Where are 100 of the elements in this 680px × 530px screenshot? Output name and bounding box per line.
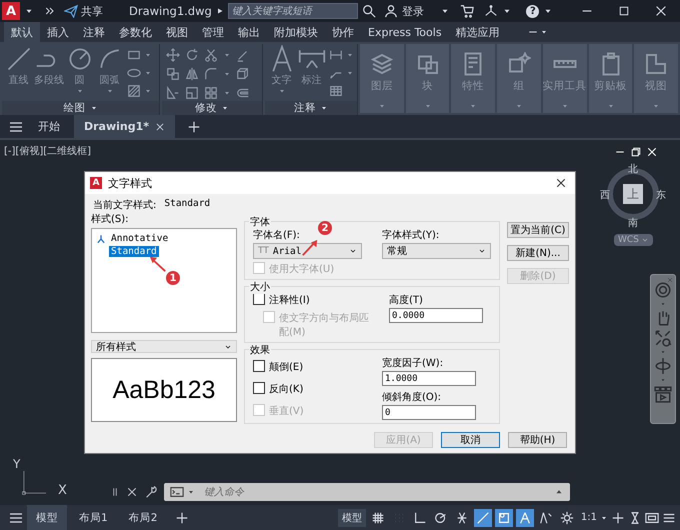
file-tab[interactable]: 开始 [28,115,70,138]
linear-dimension-icon[interactable] [329,48,343,62]
showmotion-icon[interactable] [654,385,672,403]
status-toggle[interactable] [516,508,534,526]
share-button[interactable]: 共享 [64,4,103,18]
panel-title[interactable]: 修改 [162,101,262,115]
wrench-icon[interactable] [144,485,158,499]
checkbox[interactable] [253,382,265,394]
checkbox[interactable] [253,293,265,305]
viewcube-face[interactable]: 上 [623,184,643,204]
style-item[interactable]: Standard [109,246,159,257]
axis-label: X [58,483,67,498]
app-logo[interactable]: A [2,2,20,20]
chevrons-icon[interactable] [44,5,56,17]
panel-title[interactable]: 注释 [265,101,357,115]
viewport-label[interactable]: [-][俯视][二维线框] [4,144,92,158]
caret-icon [560,102,569,110]
scissors-icon[interactable] [204,48,218,62]
dialog-button[interactable]: 置为当前(C) [507,222,569,238]
ribbon-tab[interactable]: Express Tools [361,22,449,42]
cube-icon[interactable] [236,67,250,81]
plus-icon[interactable] [175,510,190,524]
compass-label[interactable]: 东 [656,188,666,202]
hatch-icon[interactable] [127,84,141,98]
plus-icon[interactable] [611,510,625,524]
offset-icon[interactable] [236,86,250,100]
ribbon-tab[interactable]: 精选应用 [448,22,507,42]
layout-tab[interactable]: 布局2 [120,505,166,530]
checkbox-label: 颠倒(E) [269,360,304,374]
caret-icon [424,102,432,110]
ribbon-tab[interactable]: 默认 [4,22,40,42]
login-button[interactable]: 登录 [384,4,424,18]
rectangle-icon[interactable] [127,48,141,62]
table-icon[interactable] [329,84,343,98]
status-toggle[interactable] [494,508,513,526]
orbit-icon[interactable] [654,357,672,375]
panel-title[interactable]: 绘图 [2,101,159,115]
plus-icon[interactable] [187,120,202,134]
array-icon[interactable] [204,86,218,100]
steering-wheel-icon[interactable] [654,281,672,299]
dialog-button[interactable]: 新建(N)... [507,245,569,261]
close-icon[interactable] [555,177,567,189]
caret-icon [652,102,660,110]
ribbon-tab[interactable]: 输出 [231,22,267,42]
font-style-dropdown[interactable]: 常规 [382,243,491,259]
ribbon-tab[interactable]: 管理 [195,22,231,42]
status-toggle[interactable] [474,508,492,526]
callout-number: 2 [318,221,332,235]
ribbon-tab[interactable]: 协作 [325,22,361,42]
oblique-angle-field[interactable]: 0 [382,405,476,420]
zoom-icon[interactable] [654,329,672,347]
font-name-dropdown[interactable]: TT Arial [253,243,362,259]
field-label: 当前文字样式: [93,198,156,212]
scale-icon[interactable] [185,86,199,100]
checkbox[interactable] [253,360,265,372]
height-field[interactable]: 0.0000 [389,308,483,323]
help-button[interactable]: ? [526,4,540,18]
mirror-icon[interactable] [185,67,199,81]
caret-icon [90,104,98,112]
ribbon-tab[interactable]: 参数化 [112,22,159,42]
copy-icon[interactable] [166,67,180,81]
compass-label[interactable]: 北 [628,162,638,176]
search-icon[interactable] [362,4,376,18]
dialog-button[interactable]: 帮助(H) [508,432,567,448]
grid-icon [370,510,385,524]
rotate-icon[interactable] [185,48,199,62]
cart-icon[interactable] [460,4,474,18]
move-icon[interactable] [166,48,180,62]
layout-tab[interactable]: 模型 [27,505,67,530]
ortho-icon [412,510,427,524]
style-filter-dropdown[interactable]: 所有样式 [91,340,237,353]
close-icon[interactable] [654,4,668,18]
layout-tab[interactable]: 布局1 [70,505,117,530]
compass-label[interactable]: 西 [600,188,610,202]
file-tab[interactable]: Drawing1* [74,115,176,138]
fillet-icon[interactable] [204,67,218,81]
play-icon [216,7,224,15]
maximize-icon[interactable] [618,5,630,17]
view-icon [644,52,668,76]
dialog-button[interactable]: 取消 [441,432,500,448]
close-icon [155,122,166,132]
search-field[interactable]: 键入关键字或短语 [228,3,358,19]
arrow [149,255,167,273]
stretch-icon[interactable] [166,86,180,100]
ribbon-tab[interactable]: 附加模块 [267,22,325,42]
model-space-button[interactable]: 模型 [338,508,366,526]
width-factor-field[interactable]: 1.0000 [382,371,476,386]
ribbon-tab[interactable]: 注释 [76,22,112,42]
ribbon-tab[interactable]: 视图 [159,22,195,42]
fullscreen-icon[interactable] [645,510,659,524]
restore-icon[interactable] [630,146,642,158]
ribbon-tab[interactable]: 插入 [40,22,76,42]
annotation-scale[interactable]: 1:1 [580,512,597,523]
network-icon[interactable] [484,4,498,18]
compass-label[interactable]: 南 [628,216,638,230]
field-label: 字体名(F): [253,228,301,242]
autoscale-icon [538,510,553,524]
caret-icon [540,28,548,36]
style-item[interactable]: Annotative [109,233,170,244]
brush-icon[interactable] [236,48,250,62]
